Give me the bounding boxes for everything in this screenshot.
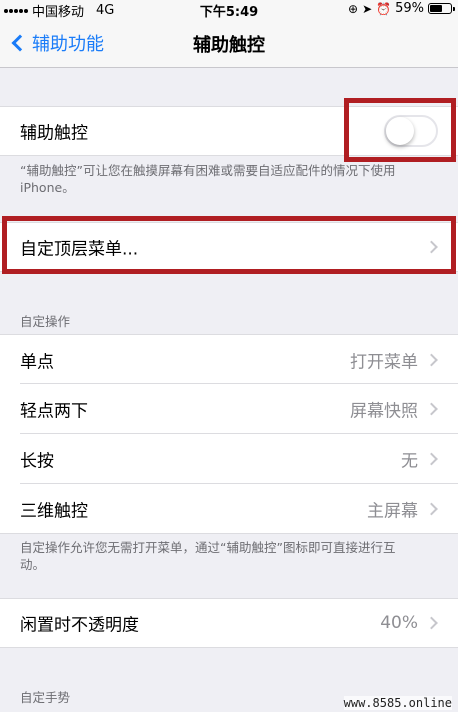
highlight-box-toggle: [344, 98, 456, 162]
status-bar: 中国移动 4G 下午5:49 ⊕ ➤ ⏰ 59%: [0, 0, 458, 20]
action-row-3d-touch[interactable]: 三维触控 主屏幕: [0, 484, 458, 534]
assistive-touch-label: 辅助触控: [20, 123, 88, 144]
action-label: 长按: [20, 451, 54, 472]
action-value: 打开菜单: [350, 352, 418, 372]
chevron-right-icon: [425, 353, 438, 366]
highlight-box-menu: [2, 216, 456, 274]
watermark: www.8585.online: [343, 696, 452, 710]
page-title: 辅助触控: [193, 35, 265, 56]
location-icon: ➤: [362, 1, 373, 16]
assistive-touch-note: “辅助触控”可让您在触摸屏幕有困难或需要自适应配件的情况下使用 iPhone。: [20, 163, 396, 195]
action-value: 主屏幕: [367, 501, 418, 521]
idle-opacity-cell[interactable]: 闲置时不透明度 40%: [0, 598, 458, 648]
action-row-double-tap[interactable]: 轻点两下 屏幕快照: [0, 384, 458, 434]
action-value: 无: [401, 451, 418, 472]
chevron-right-icon: [425, 452, 438, 466]
custom-actions-note: 自定操作允许您无需打开菜单，通过“辅助触控”图标即可直接进行互动。: [20, 540, 396, 572]
action-row-single-tap[interactable]: 单点 打开菜单: [0, 334, 458, 384]
battery-icon: [428, 3, 455, 14]
idle-opacity-value: 40%: [380, 613, 418, 633]
chevron-right-icon: [425, 402, 438, 416]
navigation-bar: 辅助功能 辅助触控: [0, 18, 458, 68]
idle-opacity-label: 闲置时不透明度: [20, 615, 139, 636]
action-value: 屏幕快照: [350, 401, 418, 422]
battery-percent: 59%: [395, 1, 424, 16]
chevron-right-icon: [425, 502, 438, 515]
action-label: 三维触控: [20, 501, 88, 521]
status-right: ⊕ ➤ ⏰ 59%: [348, 1, 455, 16]
lock-rotation-icon: ⊕: [348, 1, 359, 16]
action-label: 单点: [20, 352, 54, 372]
custom-gestures-header: 自定手势: [20, 690, 71, 705]
action-label: 轻点两下: [20, 401, 88, 422]
action-row-long-press[interactable]: 长按 无: [0, 434, 458, 484]
chevron-right-icon: [425, 616, 438, 630]
alarm-icon: ⏰: [376, 1, 392, 16]
custom-actions-header: 自定操作: [20, 314, 71, 329]
